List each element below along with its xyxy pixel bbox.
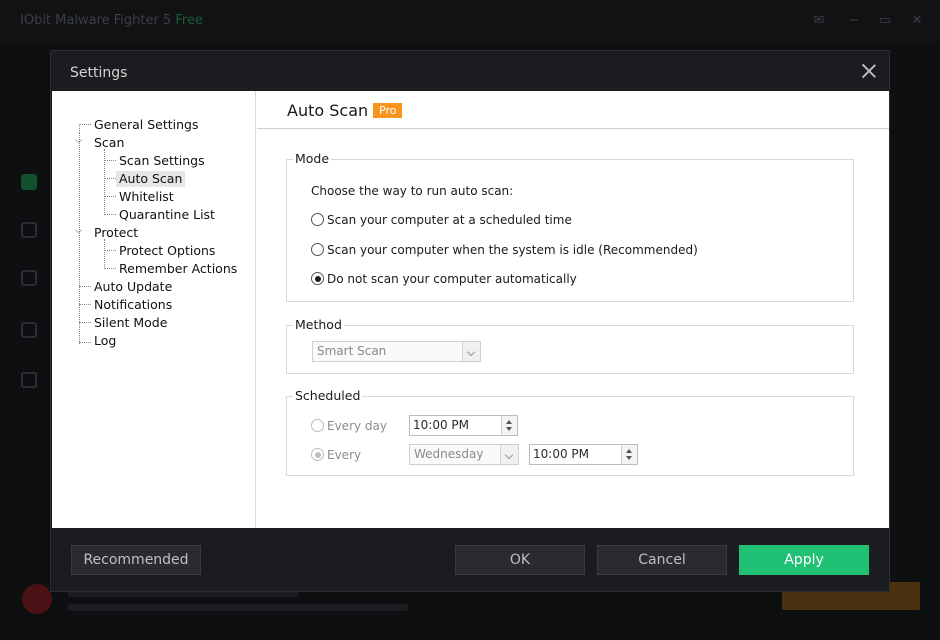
tree-item-scan[interactable]: Scan <box>91 135 127 151</box>
every-day-time-spinner[interactable]: 10:00 PM <box>409 415 518 436</box>
tree-connector <box>104 178 116 179</box>
radio-button-checked[interactable] <box>311 448 324 461</box>
tree-item-general-settings[interactable]: General Settings <box>91 117 202 133</box>
spin-up-icon[interactable] <box>626 449 632 453</box>
spinner-buttons <box>621 445 637 464</box>
tree-item-silent-mode[interactable]: Silent Mode <box>91 315 170 331</box>
radio-do-not-scan[interactable]: Do not scan your computer automatically <box>311 271 577 287</box>
chevron-down-icon[interactable] <box>500 445 518 464</box>
radio-when-idle[interactable]: Scan your computer when the system is id… <box>311 242 698 258</box>
tree-item-notifications[interactable]: Notifications <box>91 297 175 313</box>
tree-connector <box>79 124 80 133</box>
radio-every[interactable]: Every <box>311 447 361 463</box>
radio-button[interactable] <box>311 243 324 256</box>
method-select[interactable]: Smart Scan <box>312 341 481 362</box>
dialog-title: Settings <box>70 65 128 81</box>
minimize-icon: ▭ <box>878 13 892 28</box>
settings-dialog: Settings ⌵ ⌵ General Settings Scan Scan … <box>50 50 890 592</box>
time-value: 10:00 PM <box>413 418 469 432</box>
background-titlebar: IObit Malware Fighter 5 Free ✉ − ▭ ✕ <box>0 0 940 44</box>
method-select-value: Smart Scan <box>317 344 387 358</box>
dialog-header: Settings <box>51 51 889 91</box>
tree-item-protect-options[interactable]: Protect Options <box>116 243 218 259</box>
close-icon: ✕ <box>911 13 923 28</box>
tree-connector <box>104 268 116 269</box>
close-icon[interactable] <box>859 61 879 81</box>
spinner-buttons <box>501 416 517 435</box>
background-protect-icon <box>21 270 37 286</box>
tree-item-protect[interactable]: Protect <box>91 225 141 241</box>
panel-header: Auto Scan Pro <box>257 91 889 129</box>
scan-expand-toggle[interactable]: ⌵ <box>74 137 83 146</box>
tree-item-quarantine-list[interactable]: Quarantine List <box>116 207 218 223</box>
tree-connector <box>104 160 116 161</box>
method-group-label: Method <box>293 317 344 332</box>
tree-connector <box>79 322 91 323</box>
spin-down-icon[interactable] <box>626 456 632 460</box>
tree-connector <box>104 149 105 215</box>
background-app-edition: Free <box>175 13 203 28</box>
auto-scan-panel: Auto Scan Pro Mode Choose the way to run… <box>257 91 889 528</box>
recommended-button[interactable]: Recommended <box>71 545 201 575</box>
radio-label: Every <box>327 448 362 462</box>
tree-connector <box>79 132 80 344</box>
tree-item-scan-settings[interactable]: Scan Settings <box>116 153 208 169</box>
radio-button-checked[interactable] <box>311 272 324 285</box>
tree-item-log[interactable]: Log <box>91 333 119 349</box>
protect-expand-toggle[interactable]: ⌵ <box>74 227 83 236</box>
background-home-icon <box>21 174 37 190</box>
settings-tree: ⌵ ⌵ General Settings Scan Scan Settings … <box>52 91 256 528</box>
mode-intro-text: Choose the way to run auto scan: <box>311 184 514 198</box>
radio-button[interactable] <box>311 213 324 226</box>
tree-item-whitelist[interactable]: Whitelist <box>116 189 177 205</box>
spin-up-icon[interactable] <box>506 420 512 424</box>
every-time-spinner[interactable]: 10:00 PM <box>529 444 638 465</box>
chevron-down-icon[interactable] <box>462 342 480 361</box>
radio-label: Scan your computer at a scheduled time <box>327 213 572 227</box>
background-status-line <box>68 604 408 611</box>
tree-connector <box>104 239 105 269</box>
page-title: Auto Scan <box>287 101 369 120</box>
feedback-icon: ✉ <box>813 13 825 28</box>
radio-every-day[interactable]: Every day <box>311 418 387 434</box>
tree-connector <box>104 196 116 197</box>
pro-badge: Pro <box>373 103 403 118</box>
tree-connector <box>79 342 91 343</box>
radio-label: Every day <box>327 419 387 433</box>
spin-down-icon[interactable] <box>506 427 512 431</box>
tree-item-remember-actions[interactable]: Remember Actions <box>116 261 240 277</box>
menu-icon: − <box>848 13 860 28</box>
every-day-of-week-select[interactable]: Wednesday <box>409 444 519 465</box>
tree-connector <box>79 124 91 125</box>
mode-group-label: Mode <box>293 151 332 166</box>
tree-connector <box>79 286 91 287</box>
tree-item-auto-update[interactable]: Auto Update <box>91 279 175 295</box>
radio-label: Scan your computer when the system is id… <box>327 243 698 257</box>
radio-button[interactable] <box>311 419 324 432</box>
radio-scheduled-time[interactable]: Scan your computer at a scheduled time <box>311 212 572 228</box>
tree-connector <box>104 214 116 215</box>
background-app-title: IObit Malware Fighter 5 Free <box>20 13 203 28</box>
ok-button[interactable]: OK <box>455 545 585 575</box>
background-app-name: IObit Malware Fighter 5 <box>20 13 172 28</box>
scheduled-group-label: Scheduled <box>293 388 363 403</box>
dialog-body: ⌵ ⌵ General Settings Scan Scan Settings … <box>52 91 889 528</box>
background-warning-icon <box>22 584 52 614</box>
tree-connector <box>104 250 116 251</box>
cancel-button[interactable]: Cancel <box>597 545 727 575</box>
background-action-center-icon <box>21 372 37 388</box>
tree-connector <box>79 304 91 305</box>
apply-button[interactable]: Apply <box>739 545 869 575</box>
time-value: 10:00 PM <box>533 447 589 461</box>
radio-label: Do not scan your computer automatically <box>327 272 577 286</box>
weekday-value: Wednesday <box>414 447 484 461</box>
background-tools-icon <box>21 322 37 338</box>
tree-item-auto-scan[interactable]: Auto Scan <box>116 171 186 187</box>
background-scan-icon <box>21 222 37 238</box>
